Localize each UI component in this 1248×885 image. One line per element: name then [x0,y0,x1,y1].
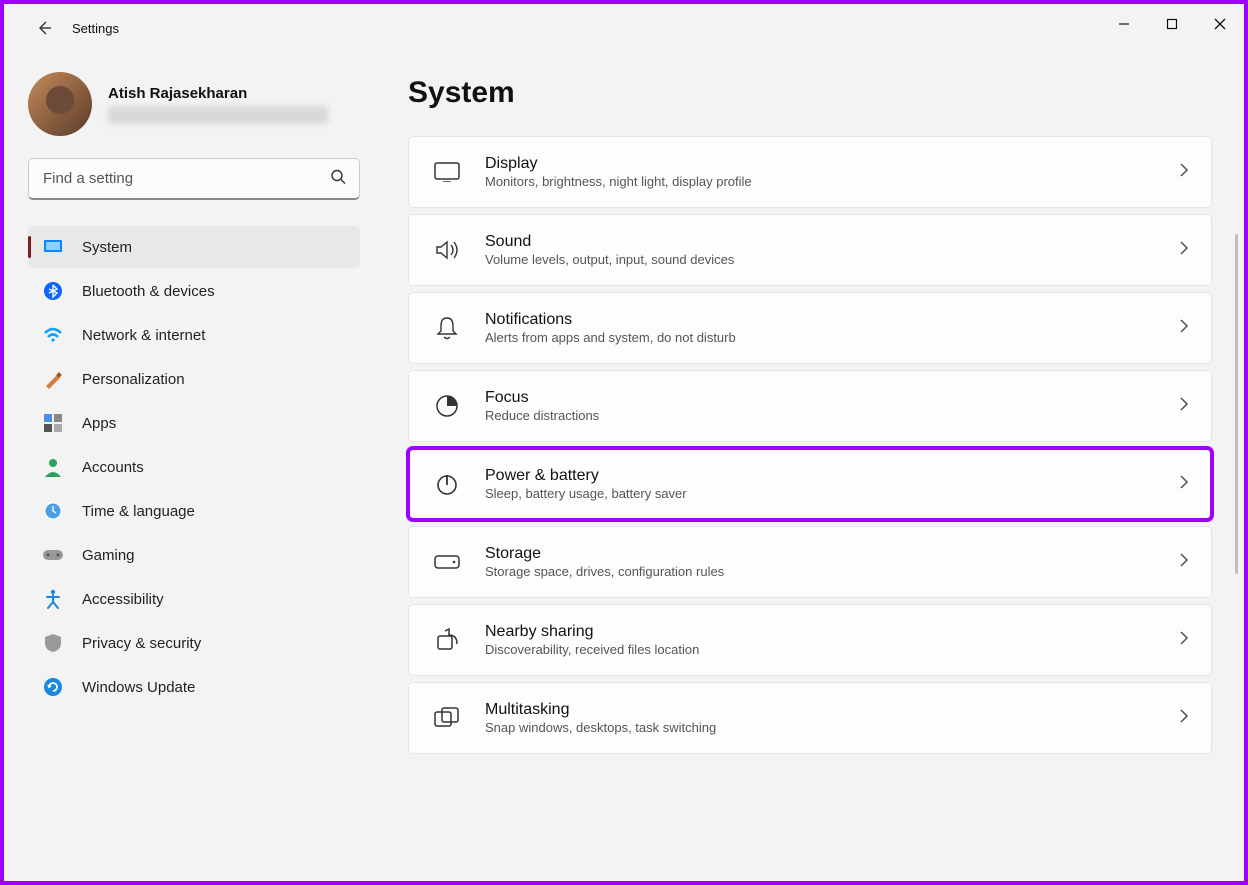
chevron-right-icon [1179,163,1189,182]
sidebar-item-network[interactable]: Network & internet [28,314,360,356]
main-content: System Display Monitors, brightness, nig… [384,52,1244,881]
card-title: Focus [485,389,1179,407]
sidebar-item-label: Personalization [82,371,185,388]
app-title: Settings [72,21,119,36]
card-desc: Snap windows, desktops, task switching [485,720,1179,735]
apps-icon [42,412,64,434]
minimize-icon [1118,18,1130,30]
minimize-button[interactable] [1100,4,1148,44]
sidebar-item-label: Network & internet [82,327,205,344]
card-desc: Sleep, battery usage, battery saver [485,486,1179,501]
card-title: Display [485,155,1179,173]
window-controls [1100,4,1244,44]
sidebar-item-accounts[interactable]: Accounts [28,446,360,488]
card-focus[interactable]: Focus Reduce distractions [408,370,1212,442]
card-desc: Alerts from apps and system, do not dist… [485,330,1179,345]
maximize-icon [1166,18,1178,30]
sidebar-item-label: Time & language [82,503,195,520]
chevron-right-icon [1179,241,1189,260]
close-icon [1214,18,1226,30]
sidebar-item-label: Windows Update [82,679,195,696]
search-input[interactable] [28,158,360,200]
sidebar-item-label: Accessibility [82,591,164,608]
card-storage[interactable]: Storage Storage space, drives, configura… [408,526,1212,598]
sidebar-item-accessibility[interactable]: Accessibility [28,578,360,620]
user-email-redacted [108,106,328,124]
chevron-right-icon [1179,475,1189,494]
chevron-right-icon [1179,709,1189,728]
nav: System Bluetooth & devices Network & int… [28,226,360,708]
titlebar: Settings [4,4,1244,52]
arrow-left-icon [36,20,52,36]
share-icon [431,624,463,656]
profile-block[interactable]: Atish Rajasekharan [28,72,360,136]
bluetooth-icon [42,280,64,302]
power-icon [431,468,463,500]
sidebar-item-label: Apps [82,415,116,432]
sidebar-item-label: Accounts [82,459,144,476]
gamepad-icon [42,544,64,566]
chevron-right-icon [1179,319,1189,338]
search-wrapper [28,158,360,200]
clock-icon [42,500,64,522]
sidebar-item-label: System [82,239,132,256]
card-desc: Volume levels, output, input, sound devi… [485,252,1179,267]
sidebar-item-privacy[interactable]: Privacy & security [28,622,360,664]
card-title: Notifications [485,311,1179,329]
bell-icon [431,312,463,344]
card-desc: Monitors, brightness, night light, displ… [485,174,1179,189]
card-title: Storage [485,545,1179,563]
sidebar-item-label: Gaming [82,547,135,564]
sound-icon [431,234,463,266]
sidebar-item-time[interactable]: Time & language [28,490,360,532]
chevron-right-icon [1179,553,1189,572]
close-button[interactable] [1196,4,1244,44]
shield-icon [42,632,64,654]
sidebar-item-label: Privacy & security [82,635,201,652]
search-icon [330,169,346,190]
card-desc: Storage space, drives, configuration rul… [485,564,1179,579]
accessibility-icon [42,588,64,610]
system-icon [42,236,64,258]
maximize-button[interactable] [1148,4,1196,44]
card-title: Multitasking [485,701,1179,719]
sidebar-item-apps[interactable]: Apps [28,402,360,444]
sidebar-item-update[interactable]: Windows Update [28,666,360,708]
card-desc: Discoverability, received files location [485,642,1179,657]
card-notifications[interactable]: Notifications Alerts from apps and syste… [408,292,1212,364]
card-display[interactable]: Display Monitors, brightness, night ligh… [408,136,1212,208]
storage-icon [431,546,463,578]
settings-cards: Display Monitors, brightness, night ligh… [408,136,1212,754]
card-nearby[interactable]: Nearby sharing Discoverability, received… [408,604,1212,676]
card-sound[interactable]: Sound Volume levels, output, input, soun… [408,214,1212,286]
card-title: Power & battery [485,467,1179,485]
sidebar-item-label: Bluetooth & devices [82,283,215,300]
paintbrush-icon [42,368,64,390]
display-icon [431,156,463,188]
sidebar-item-bluetooth[interactable]: Bluetooth & devices [28,270,360,312]
card-multitasking[interactable]: Multitasking Snap windows, desktops, tas… [408,682,1212,754]
multitask-icon [431,702,463,734]
sidebar-item-gaming[interactable]: Gaming [28,534,360,576]
person-icon [42,456,64,478]
chevron-right-icon [1179,397,1189,416]
card-title: Sound [485,233,1179,251]
sidebar-item-personalization[interactable]: Personalization [28,358,360,400]
scrollbar[interactable] [1235,234,1238,574]
sidebar: Atish Rajasekharan System Bluetooth & de… [4,52,384,881]
chevron-right-icon [1179,631,1189,650]
card-desc: Reduce distractions [485,408,1179,423]
card-power[interactable]: Power & battery Sleep, battery usage, ba… [408,448,1212,520]
sidebar-item-system[interactable]: System [28,226,360,268]
avatar [28,72,92,136]
user-name: Atish Rajasekharan [108,85,328,102]
back-button[interactable] [24,8,64,48]
focus-icon [431,390,463,422]
update-icon [42,676,64,698]
wifi-icon [42,324,64,346]
card-title: Nearby sharing [485,623,1179,641]
page-title: System [408,76,1212,110]
